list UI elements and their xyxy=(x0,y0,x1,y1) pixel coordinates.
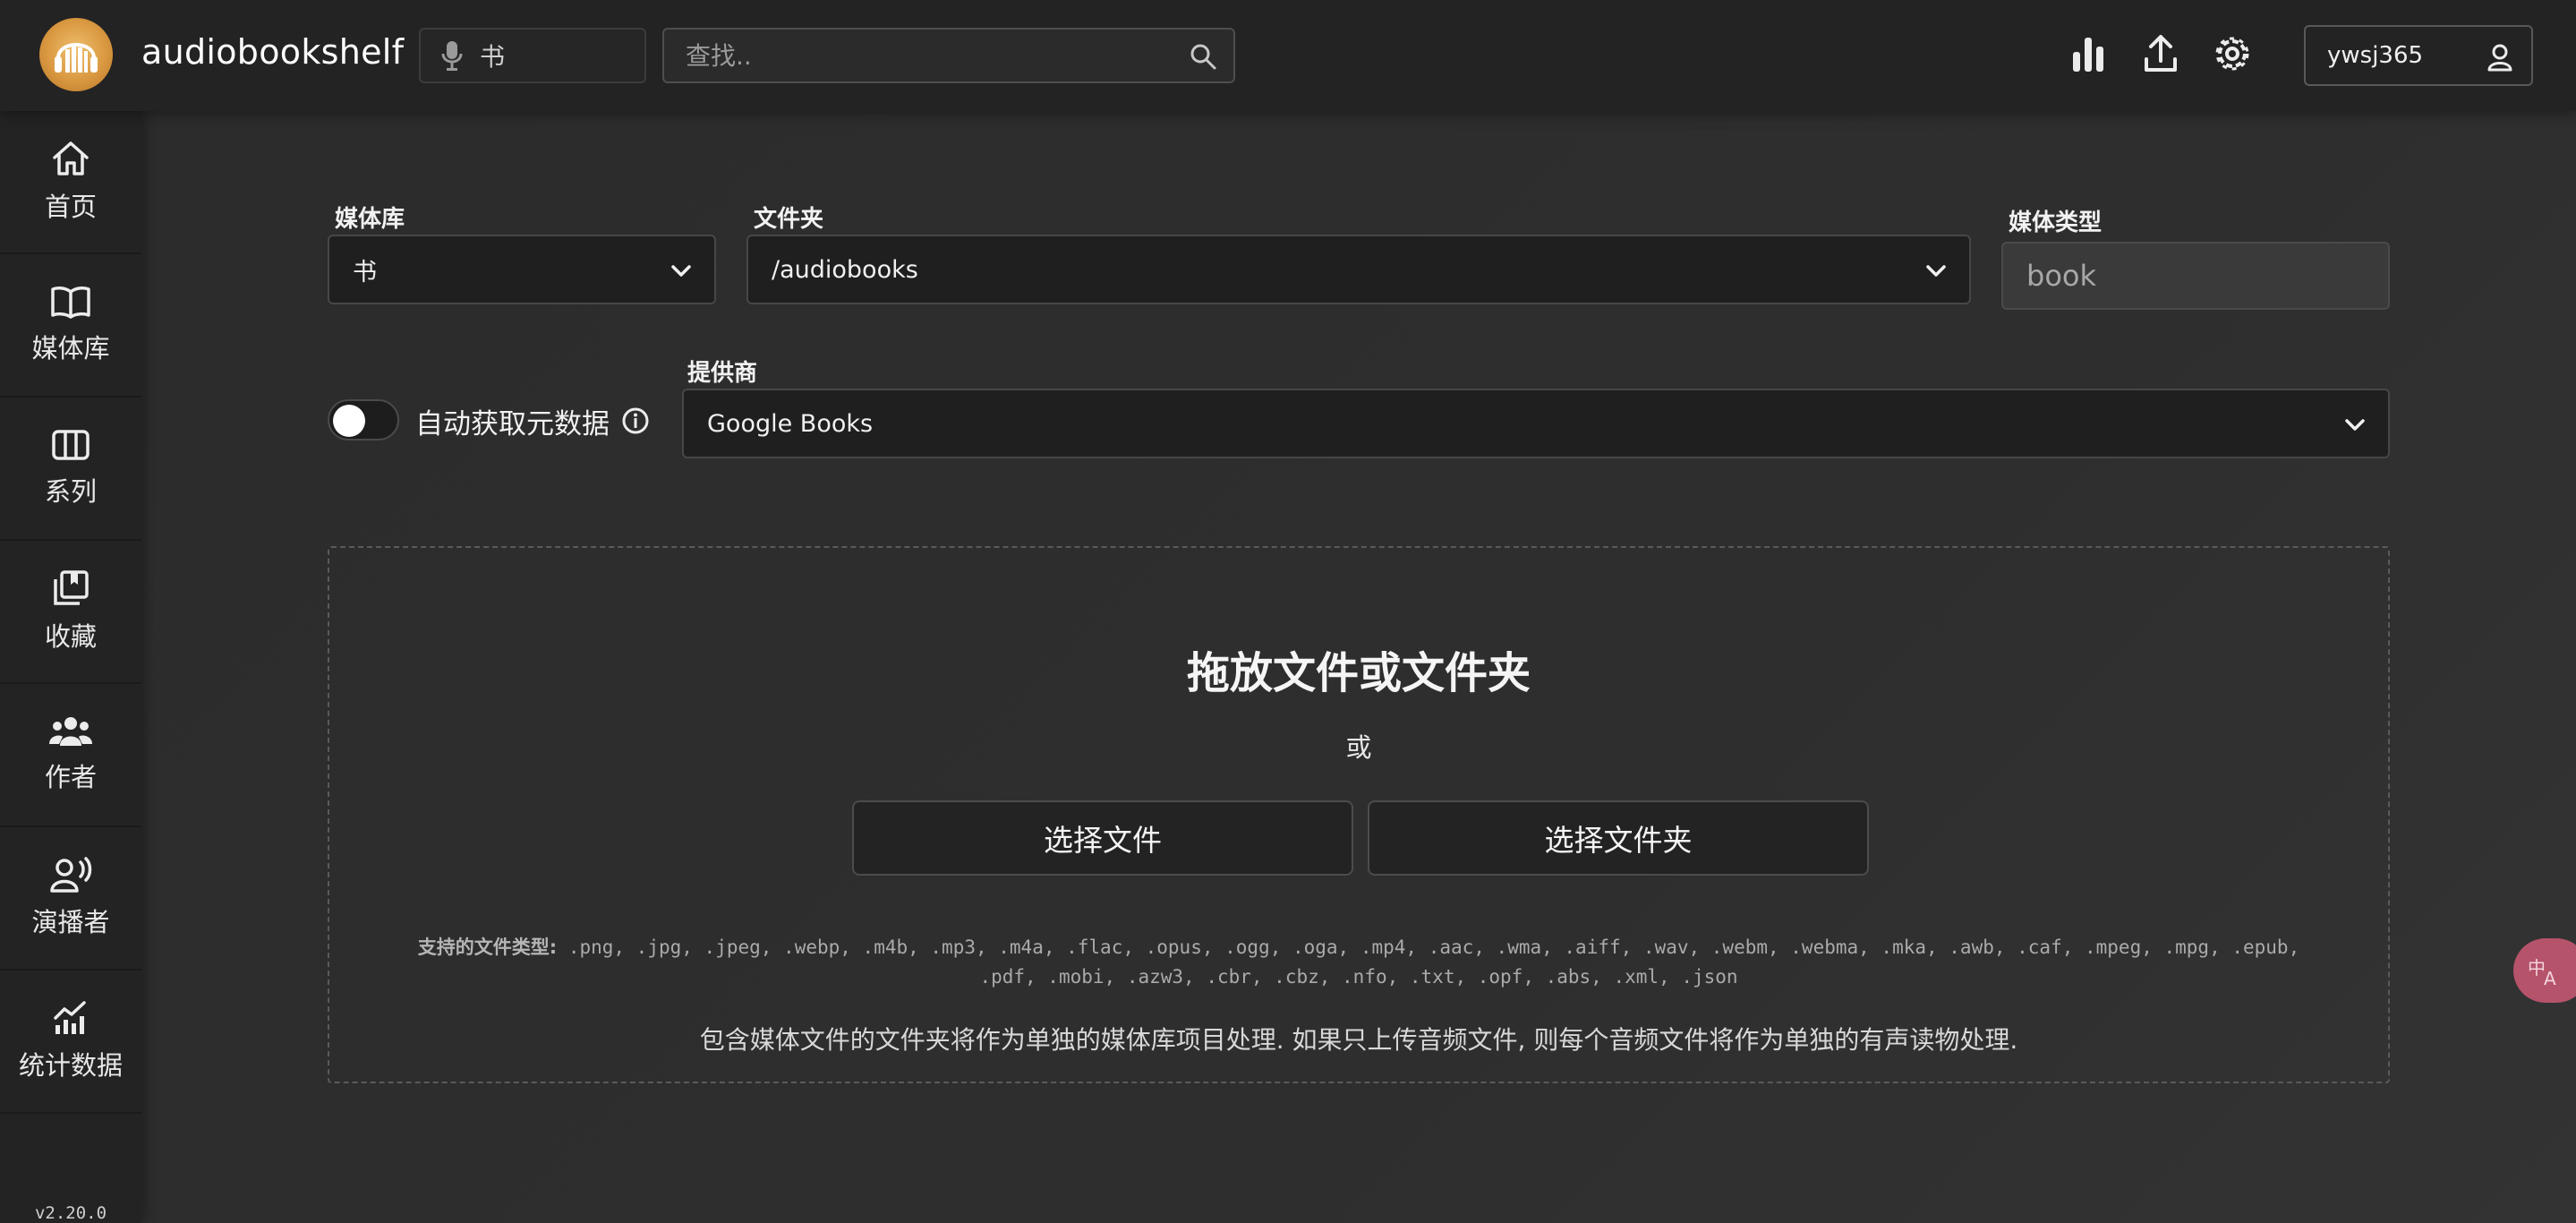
sidebar-item-label: 首页 xyxy=(44,192,97,222)
provider-dropdown[interactable]: Google Books xyxy=(682,389,2390,458)
settings-icon[interactable] xyxy=(2213,34,2252,73)
sidebar-item-authors[interactable]: 作者 xyxy=(0,684,141,827)
media-type-field: book xyxy=(2001,242,2390,310)
svg-text:A: A xyxy=(2544,968,2556,988)
info-icon[interactable] xyxy=(621,406,650,435)
stats-icon[interactable] xyxy=(2071,34,2105,73)
top-bar: audiobookshelf 书 ywsj365 xyxy=(0,0,2576,111)
sidebar-item-label: 统计数据 xyxy=(18,1050,123,1081)
sidebar: 首页 媒体库 系列 收藏 作者 演播者 统计数据 v2.20.0 xyxy=(0,111,141,1223)
sidebar-item-library[interactable]: 媒体库 xyxy=(0,254,141,398)
book-icon xyxy=(51,287,90,319)
sidebar-item-label: 系列 xyxy=(44,476,97,507)
svg-text:中: 中 xyxy=(2528,957,2546,979)
upload-page: 媒体库 书 文件夹 /audiobooks 媒体类型 book 自动获取元数据 … xyxy=(141,111,2576,1223)
toggle-knob xyxy=(333,405,365,437)
search-icon[interactable] xyxy=(1189,42,1217,71)
user-icon xyxy=(2487,44,2512,72)
drop-zone-or: 或 xyxy=(1345,732,1372,763)
sidebar-item-series[interactable]: 系列 xyxy=(0,398,141,541)
narrator-icon xyxy=(50,857,92,893)
search-input[interactable] xyxy=(686,40,1169,71)
sidebar-item-label: 演播者 xyxy=(31,907,110,937)
chevron-down-icon xyxy=(2345,419,2365,431)
library-dropdown[interactable]: 书 xyxy=(328,235,716,304)
sidebar-item-label: 收藏 xyxy=(44,621,97,652)
chevron-down-icon xyxy=(671,265,691,277)
sidebar-item-home[interactable]: 首页 xyxy=(0,111,141,254)
app-logo-icon[interactable] xyxy=(39,18,113,91)
sidebar-item-label: 作者 xyxy=(44,762,97,792)
sidebar-item-stats[interactable]: 统计数据 xyxy=(0,971,141,1114)
file-drop-zone[interactable]: 拖放文件或文件夹 或 选择文件 选择文件夹 支持的文件类型: .png, .jp… xyxy=(328,546,2390,1083)
microphone-icon xyxy=(441,41,463,71)
stats-chart-icon xyxy=(54,1001,86,1034)
library-selector[interactable]: 书 xyxy=(419,28,646,83)
collections-icon xyxy=(54,570,89,605)
supported-types-list: .png, .jpg, .jpeg, .webp, .m4b, .mp3, .m… xyxy=(567,936,2300,988)
auto-fetch-toggle[interactable] xyxy=(328,399,399,440)
choose-folder-button[interactable]: 选择文件夹 xyxy=(1368,800,1869,876)
app-version: v2.20.0 xyxy=(34,1203,107,1223)
library-selector-value: 书 xyxy=(480,42,506,72)
user-menu-button[interactable]: ywsj365 xyxy=(2304,25,2533,86)
library-dropdown-value: 书 xyxy=(353,258,377,287)
translate-button[interactable]: 中 A xyxy=(2513,938,2576,1003)
library-label: 媒体库 xyxy=(335,206,405,233)
search-box xyxy=(662,28,1235,83)
username: ywsj365 xyxy=(2327,42,2424,69)
supported-types-label: 支持的文件类型: xyxy=(417,936,558,958)
supported-file-types: 支持的文件类型: .png, .jpg, .jpeg, .webp, .m4b,… xyxy=(410,933,2307,992)
authors-icon xyxy=(49,717,92,746)
drop-zone-note: 包含媒体文件的文件夹将作为单独的媒体库项目处理. 如果只上传音频文件, 则每个音… xyxy=(699,1025,2018,1055)
home-icon xyxy=(53,141,89,175)
app-title[interactable]: audiobookshelf xyxy=(141,32,404,72)
chevron-down-icon xyxy=(1926,265,1946,277)
folder-dropdown-value: /audiobooks xyxy=(772,255,918,284)
drop-zone-title: 拖放文件或文件夹 xyxy=(1186,648,1531,698)
folder-dropdown[interactable]: /audiobooks xyxy=(746,235,1971,304)
choose-files-button[interactable]: 选择文件 xyxy=(852,800,1353,876)
provider-dropdown-value: Google Books xyxy=(707,409,874,438)
auto-fetch-label: 自动获取元数据 xyxy=(415,408,610,440)
sidebar-item-collections[interactable]: 收藏 xyxy=(0,541,141,684)
folder-label: 文件夹 xyxy=(754,206,824,233)
sidebar-item-label: 媒体库 xyxy=(31,333,110,363)
media-type-label: 媒体类型 xyxy=(2009,210,2103,236)
sidebar-item-narrators[interactable]: 演播者 xyxy=(0,827,141,971)
upload-icon[interactable] xyxy=(2143,34,2179,73)
series-icon xyxy=(52,430,90,460)
provider-label: 提供商 xyxy=(687,360,758,387)
translate-icon: 中 A xyxy=(2528,957,2556,988)
